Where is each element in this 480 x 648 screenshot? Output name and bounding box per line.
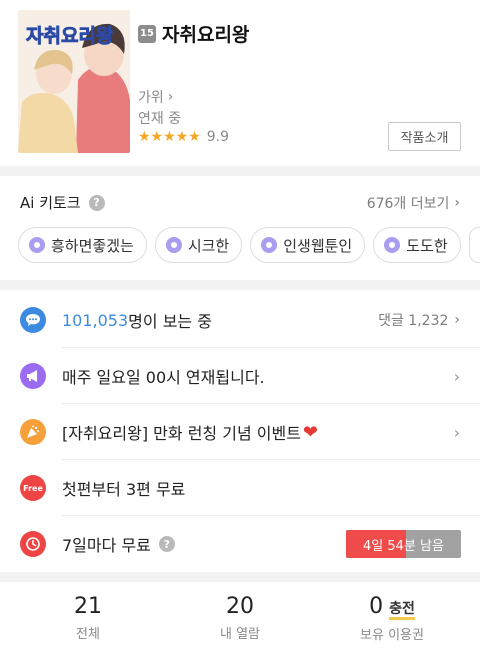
star-rating-icon: ★★★★★ [138,129,201,145]
free-episodes-row: Free 첫편부터 3편 무료 [0,460,480,516]
cover-title-logo: 자취요리왕 [26,25,114,47]
wait-free-text: 7일마다 무료 ? [62,532,175,556]
timer-text: 4일 54분 남음 [363,538,444,554]
owned-count: 0 [369,594,384,619]
schedule-text: 매주 일요일 00시 연재됩니다. [62,368,265,387]
keyword-chip[interactable]: 흥하면좋겠는 [18,227,147,263]
keyword-label: 흥하면좋겠는 [51,236,134,255]
work-intro-button[interactable]: 작품소개 [388,122,461,151]
page-title: 자취요리왕 [162,24,250,46]
comments-link[interactable]: 댓글 1,232 › [378,310,460,330]
keytalk-title: Ai 키토크 [20,194,81,212]
event-text: [자취요리왕] 만화 런칭 기념 이벤트 ❤ [62,420,318,444]
author-name: 가위 [138,90,164,106]
serial-status: 연재 중 [138,111,182,127]
keytalk-more-label: 676개 더보기 [366,196,450,212]
wait-free-row[interactable]: 7일마다 무료 ? 4일 54분 남음 [0,516,480,572]
keyword-label: 인생웹툰인 [283,236,353,255]
megaphone-icon [20,363,46,389]
read-label: 내 열람 [219,627,260,642]
info-list: 101,053 명이 보는 중 댓글 1,232 › 매주 일요일 00시 연재… [0,290,480,572]
keyword-chip[interactable]: 시크한 [154,227,243,263]
free-badge-icon: Free [20,475,46,501]
keyword-label: 도도한 [406,236,448,255]
viewers-text: 101,053 명이 보는 중 [62,308,212,332]
chevron-right-icon: › [454,195,460,211]
total-count: 21 [74,594,102,619]
keyword-chip-list: 흥하면좋겠는 시크한 인생웹툰인 도도한 [18,227,480,263]
total-label: 전체 [76,627,100,642]
viewers-row[interactable]: 101,053 명이 보는 중 댓글 1,232 › [0,292,480,348]
ticket-stats: 21 전체 20 내 열람 0 충전 보유 이용권 [0,582,480,648]
rating: ★★★★★ 9.9 [138,129,229,145]
chevron-right-icon: › [453,422,460,442]
wait-free-timer: 4일 54분 남음 [346,530,461,558]
heart-icon: ❤ [302,421,319,443]
stat-read[interactable]: 20 내 열람 [160,594,320,642]
stat-owned: 0 충전 보유 이용권 [312,594,472,643]
stat-total[interactable]: 21 전체 [8,594,168,642]
help-icon[interactable]: ? [158,536,175,552]
free-episodes-text: 첫편부터 3편 무료 [62,480,186,499]
author-link[interactable]: 가위 › [138,87,173,107]
cover-image[interactable]: 자취요리왕 [18,10,130,153]
chevron-right-icon: › [167,89,174,105]
title-row: 15 자취요리왕 [138,20,249,47]
keytalk-title-row: Ai 키토크 ? [20,192,105,213]
webtoon-detail-page: 자취요리왕 15 자취요리왕 가위 › 연재 중 ★★★★★ 9.9 작품소개 … [0,0,480,648]
schedule-row[interactable]: 매주 일요일 00시 연재됩니다. › [0,348,480,404]
keyword-chip[interactable]: 인생웹툰인 [250,227,366,263]
viewers-count: 101,053 [62,310,129,330]
wait-free-label: 7일마다 무료 [62,536,151,555]
owned-row: 0 충전 [312,594,472,620]
keyword-label: 시크한 [187,236,230,255]
webtoon-header: 자취요리왕 15 자취요리왕 가위 › 연재 중 ★★★★★ 9.9 작품소개 [0,0,480,166]
age-rating-badge: 15 [138,24,156,43]
party-popper-icon [20,419,46,445]
owned-label: 보유 이용권 [360,628,424,643]
rating-value: 9.9 [206,129,230,145]
keyword-dot-icon [261,237,278,253]
keyword-dot-icon [384,237,401,253]
comments-count: 댓글 1,232 [378,313,449,329]
chevron-right-icon: › [453,366,460,386]
chevron-right-icon: › [454,312,460,328]
charge-button[interactable]: 충전 [389,601,415,620]
help-icon[interactable]: ? [88,194,105,211]
keyword-chip-partial[interactable] [468,227,480,263]
clock-icon [20,531,46,557]
event-row[interactable]: [자취요리왕] 만화 런칭 기념 이벤트 ❤ › [0,404,480,460]
viewers-suffix: 명이 보는 중 [128,312,212,331]
keyword-dot-icon [29,237,45,253]
event-label: [자취요리왕] 만화 런칭 기념 이벤트 [62,424,301,443]
chat-bubble-icon [20,307,46,333]
keyword-dot-icon [165,237,182,253]
keyword-chip[interactable]: 도도한 [373,227,461,263]
ai-keytalk-section: Ai 키토크 ? 676개 더보기 › 흥하면좋겠는 시크한 인생웹툰인 도도한 [0,176,480,280]
keytalk-more-link[interactable]: 676개 더보기 › [367,193,460,213]
read-count: 20 [226,594,254,619]
